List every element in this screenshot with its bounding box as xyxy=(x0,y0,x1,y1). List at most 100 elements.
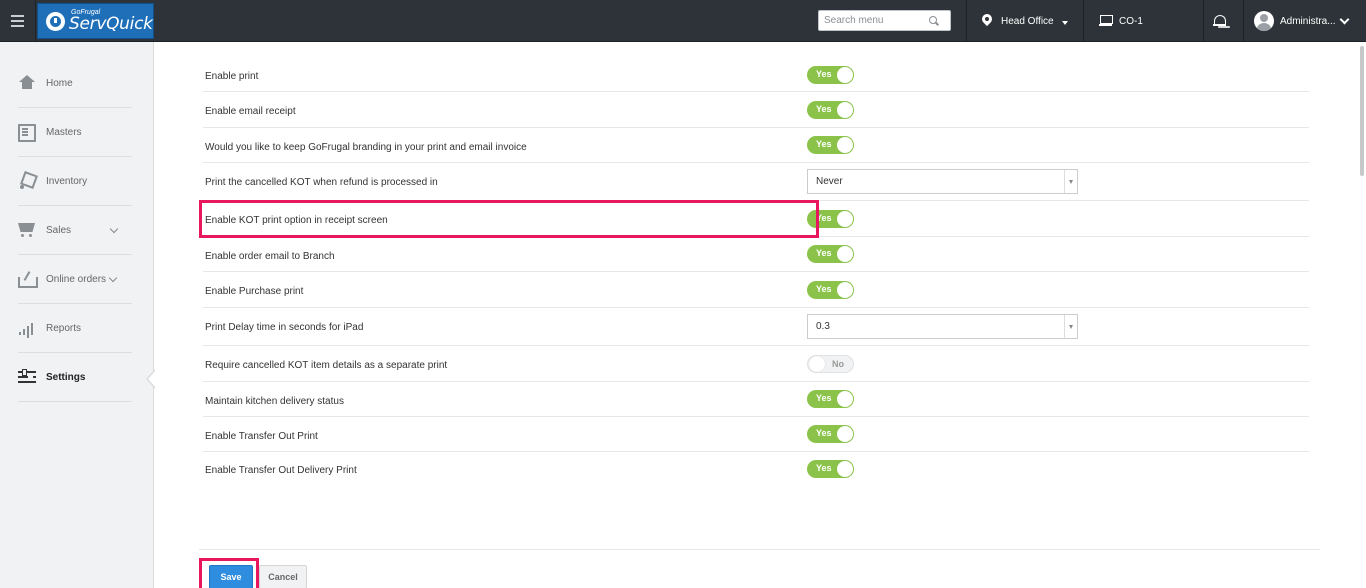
setting-label: Enable print xyxy=(205,71,259,82)
setting-label: Would you like to keep GoFrugal branding… xyxy=(205,142,527,153)
toggle-switch[interactable]: Yes xyxy=(807,245,854,263)
dropdown-arrow-icon xyxy=(1064,315,1077,338)
toggle-state: Yes xyxy=(816,248,832,258)
divider xyxy=(199,549,1320,550)
sidebar: Home Masters Inventory Sales Online orde… xyxy=(0,42,156,588)
sidebar-item-label: Home xyxy=(46,77,73,89)
toggle-knob xyxy=(837,102,853,118)
top-navbar: GoFrugal ServQuick Head Office CO-1 Admi… xyxy=(0,0,1366,42)
toggle-state: Yes xyxy=(816,104,832,114)
brand-logo[interactable]: GoFrugal ServQuick xyxy=(37,3,154,39)
clock-logo-icon xyxy=(46,11,65,31)
setting-label: Maintain kitchen delivery status xyxy=(205,396,344,407)
toggle-knob xyxy=(837,461,853,477)
setting-row: Print Delay time in seconds for iPad 0.3 xyxy=(203,308,1309,346)
setting-label: Enable email receipt xyxy=(205,106,296,117)
company-selector[interactable]: CO-1 xyxy=(1099,0,1143,42)
cart-icon xyxy=(18,222,36,238)
masters-icon xyxy=(18,124,36,142)
divider xyxy=(1203,0,1204,42)
sidebar-item-settings[interactable]: Settings xyxy=(18,353,132,402)
toggle-knob xyxy=(837,137,853,153)
sidebar-item-home[interactable]: Home xyxy=(18,59,132,108)
search-input[interactable] xyxy=(824,15,929,26)
toggle-state: Yes xyxy=(816,428,832,438)
toggle-switch[interactable]: Yes xyxy=(807,460,854,478)
caret-down-icon xyxy=(1061,20,1068,25)
search-icon[interactable] xyxy=(929,15,939,26)
setting-label: Print Delay time in seconds for iPad xyxy=(205,322,364,333)
notifications-button[interactable] xyxy=(1213,0,1226,42)
setting-label: Require cancelled KOT item details as a … xyxy=(205,360,448,371)
divider xyxy=(1243,0,1244,42)
sidebar-item-online-orders[interactable]: Online orders xyxy=(18,255,132,304)
toggle-switch[interactable]: Yes xyxy=(807,66,854,84)
toggle-switch[interactable]: Yes xyxy=(807,281,854,299)
toggle-state: No xyxy=(832,359,844,369)
select-value: Never xyxy=(816,176,843,187)
toggle-switch[interactable]: Yes xyxy=(807,101,854,119)
setting-row: Enable order email to Branch Yes xyxy=(203,237,1309,272)
setting-row: Enable email receipt Yes xyxy=(203,92,1309,128)
sidebar-item-masters[interactable]: Masters xyxy=(18,108,132,157)
toggle-switch[interactable]: No xyxy=(807,355,854,373)
user-menu[interactable]: Administra... xyxy=(1254,0,1350,42)
reports-icon xyxy=(18,320,36,336)
chevron-down-icon xyxy=(108,273,118,282)
home-icon xyxy=(18,75,36,91)
setting-row: Enable print Yes xyxy=(203,57,1309,92)
brand-name: ServQuick xyxy=(69,14,153,34)
sidebar-item-reports[interactable]: Reports xyxy=(18,304,132,353)
sidebar-item-label: Reports xyxy=(46,322,82,334)
refund-kot-select[interactable]: Never xyxy=(807,169,1078,194)
save-button[interactable]: Save xyxy=(209,565,253,588)
menu-toggle-button[interactable] xyxy=(0,0,36,42)
user-name: Administra... xyxy=(1280,15,1336,27)
setting-row: Would you like to keep GoFrugal branding… xyxy=(203,128,1309,163)
sidebar-item-label: Masters xyxy=(46,126,82,138)
setting-row: Enable Transfer Out Delivery Print Yes xyxy=(203,452,1309,488)
sidebar-item-label: Sales xyxy=(46,224,72,236)
select-value: 0.3 xyxy=(816,321,830,332)
setting-label: Enable Transfer Out Delivery Print xyxy=(205,465,357,476)
toggle-knob xyxy=(837,211,853,227)
sidebar-item-sales[interactable]: Sales xyxy=(18,206,132,255)
avatar xyxy=(1254,11,1274,31)
online-orders-icon xyxy=(18,271,38,288)
setting-row: Print the cancelled KOT when refund is p… xyxy=(203,163,1309,201)
toggle-state: Yes xyxy=(816,69,832,79)
toggle-knob xyxy=(837,426,853,442)
cancel-button[interactable]: Cancel xyxy=(259,565,307,588)
inventory-icon xyxy=(18,173,36,189)
bell-icon xyxy=(1213,14,1226,28)
highlight-box xyxy=(199,200,819,238)
company-label: CO-1 xyxy=(1119,15,1143,27)
scrollbar[interactable] xyxy=(1360,46,1364,176)
chevron-down-icon xyxy=(109,224,119,233)
setting-row: Maintain kitchen delivery status Yes xyxy=(203,382,1309,417)
location-selector[interactable]: Head Office xyxy=(982,0,1068,42)
toggle-knob xyxy=(837,282,853,298)
sidebar-item-label: Inventory xyxy=(46,175,88,187)
toggle-knob xyxy=(837,391,853,407)
toggle-switch[interactable]: Yes xyxy=(807,390,854,408)
hamburger-icon xyxy=(11,14,24,29)
toggle-switch[interactable]: Yes xyxy=(807,425,854,443)
toggle-knob xyxy=(837,67,853,83)
setting-label: Enable Transfer Out Print xyxy=(205,431,318,442)
location-label: Head Office xyxy=(1001,15,1054,27)
toggle-switch[interactable]: Yes xyxy=(807,136,854,154)
toggle-state: Yes xyxy=(816,139,832,149)
location-pin-icon xyxy=(982,14,992,28)
search-menu[interactable] xyxy=(818,10,951,31)
sidebar-item-inventory[interactable]: Inventory xyxy=(18,157,132,206)
toggle-knob xyxy=(809,356,825,372)
toggle-knob xyxy=(837,246,853,262)
settings-panel: Enable print Yes Enable email receipt Ye… xyxy=(155,42,1366,588)
divider xyxy=(1083,0,1084,42)
print-delay-select[interactable]: 0.3 xyxy=(807,314,1078,339)
chevron-down-icon xyxy=(1339,14,1350,24)
setting-row: Require cancelled KOT item details as a … xyxy=(203,346,1309,382)
setting-row: Enable Purchase print Yes xyxy=(203,272,1309,308)
setting-label: Enable order email to Branch xyxy=(205,251,335,262)
